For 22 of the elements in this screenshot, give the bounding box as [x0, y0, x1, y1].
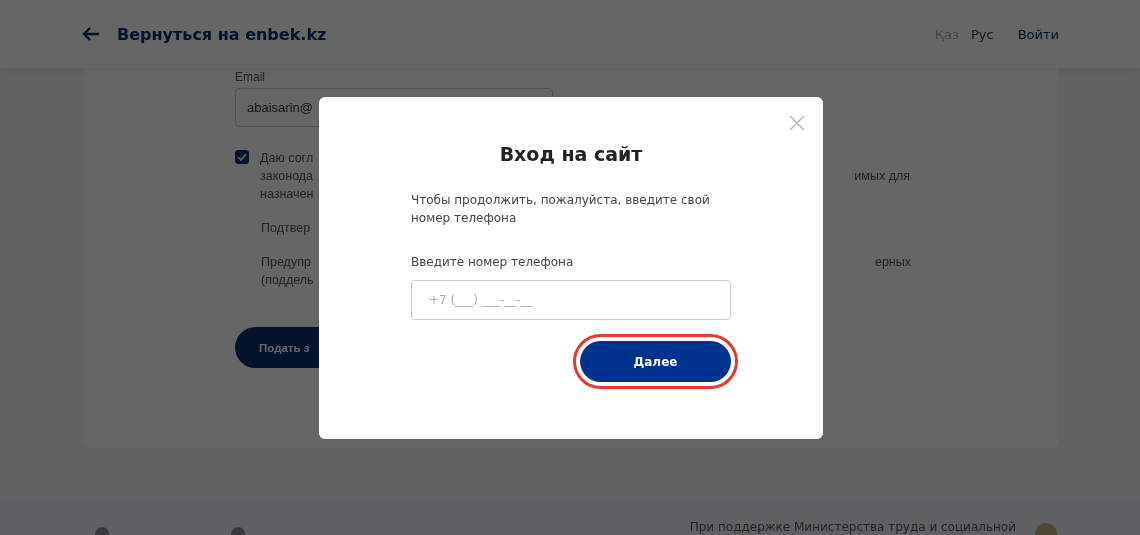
- text-fragment: имых для: [854, 168, 910, 185]
- text-fragment: Даю согл: [260, 150, 314, 167]
- field-label: Email: [235, 70, 266, 84]
- back-link[interactable]: Вернуться на enbek.kz: [82, 24, 327, 44]
- consent-checkbox[interactable]: [235, 150, 249, 164]
- text-fragment: ерных: [874, 254, 911, 271]
- text-fragment: законода: [260, 168, 314, 185]
- support-text: При поддержке Министерства труда и социальной: [689, 520, 1016, 534]
- text-fragment: назначен: [260, 186, 314, 203]
- back-arrow-icon: [82, 27, 100, 41]
- language-link[interactable]: Рус: [970, 26, 994, 42]
- text-fragment: Предупр: [261, 254, 311, 271]
- submit-button[interactable]: Подать з: [235, 327, 319, 368]
- close-icon: [789, 115, 805, 131]
- intro-text: Чтобы продолжить, пожалуйста, введите свой номер телефона: [411, 192, 711, 227]
- phone-field[interactable]: +7 (___) ___-__-__: [411, 280, 731, 320]
- text-fragment: (поддель: [261, 272, 314, 289]
- login-link[interactable]: Войти: [1017, 26, 1059, 42]
- close-button[interactable]: [789, 115, 805, 131]
- field-label: Введите номер телефона: [411, 255, 575, 269]
- dialog-title: Вход на сайт: [498, 143, 644, 165]
- text-fragment: Подтвер: [261, 220, 311, 237]
